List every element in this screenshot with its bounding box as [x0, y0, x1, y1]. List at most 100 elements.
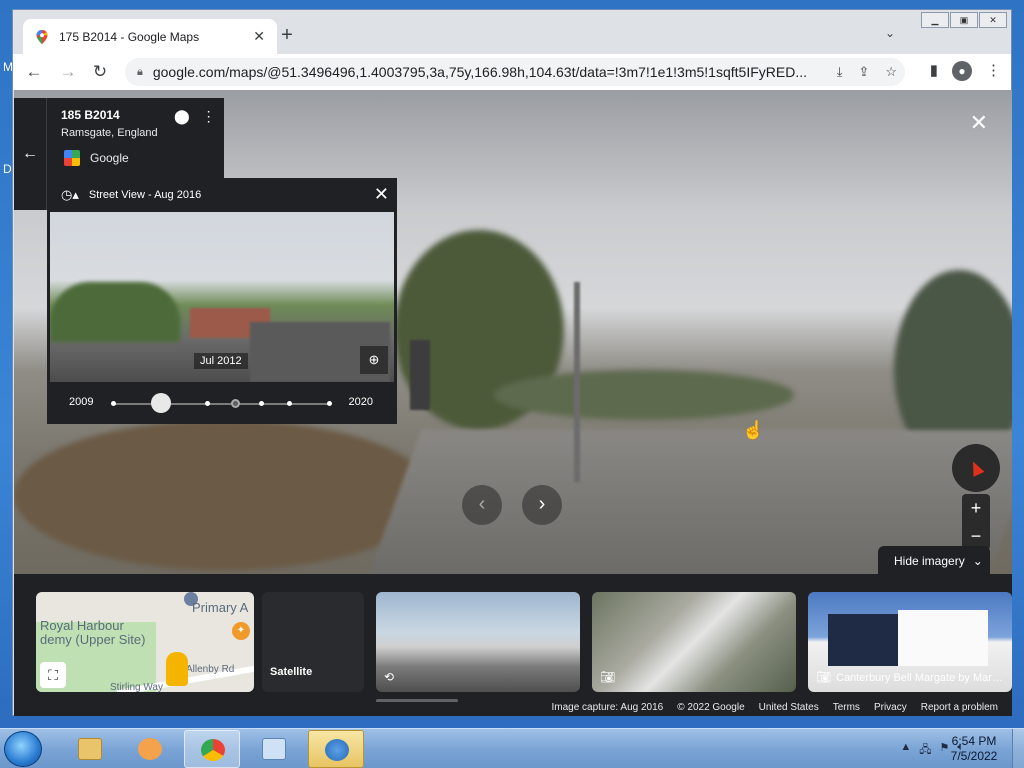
install-icon[interactable]: ⤓ — [837, 64, 843, 80]
map-label: Royal Harbour — [40, 618, 124, 633]
zoom-preview-icon[interactable]: ⊕ — [360, 346, 388, 374]
aerial-photo-thumbnail[interactable]: 📷︎ — [592, 592, 796, 692]
panorama-pole — [574, 282, 580, 482]
privacy-link[interactable]: Privacy — [874, 702, 907, 713]
footer-items: Image capture: Aug 2016 © 2022 Google Un… — [551, 702, 998, 713]
address-bar[interactable]: 🔒︎ google.com/maps/@51.3496496,1.4003795… — [125, 58, 905, 86]
new-tab-button[interactable]: + — [275, 24, 299, 48]
globe-icon — [325, 739, 349, 761]
street-view-panorama[interactable]: ← 185 B2014 Ramsgate, England ⬤ ⋮ Google… — [14, 90, 1012, 574]
minimize-button[interactable]: ▁ — [921, 12, 949, 28]
slider-stop[interactable] — [205, 401, 210, 406]
slider-stop[interactable] — [259, 401, 264, 406]
history-clock-icon[interactable]: ◷▴ — [61, 187, 79, 203]
back-icon[interactable]: ← — [23, 61, 45, 83]
map-label: Allenby Rd — [186, 664, 235, 675]
restore-button[interactable]: ▣ — [950, 12, 978, 28]
tab-search-chevron-icon[interactable]: ⌄ — [885, 26, 895, 40]
slider-end-year: 2020 — [348, 396, 373, 408]
show-hidden-icons[interactable]: ▲ — [900, 741, 911, 760]
close-window-button[interactable]: ✕ — [979, 12, 1007, 28]
bookmark-star-icon[interactable]: ☆ — [885, 64, 897, 80]
network-taskbar-button[interactable] — [308, 730, 364, 768]
place-photo-thumbnail[interactable]: 📷︎ Canterbury Bell Margate by Mars... — [808, 592, 1012, 692]
title-bar: 175 B2014 - Google Maps ✕ + ⌄ ▁ ▣ ✕ — [13, 10, 1011, 54]
lock-icon[interactable]: 🔒︎ — [137, 66, 143, 79]
browser-tab[interactable]: 175 B2014 - Google Maps ✕ — [23, 19, 277, 54]
zoom-control: + − — [962, 494, 990, 550]
browser-window: 175 B2014 - Google Maps ✕ + ⌄ ▁ ▣ ✕ ← → … — [12, 9, 1012, 716]
hide-imagery-button[interactable]: Hide imagery ⌄ — [878, 546, 990, 574]
reload-icon[interactable]: ↻ — [89, 61, 111, 83]
network-icon[interactable]: 🖧︎ — [919, 741, 931, 760]
slider-current-marker[interactable] — [231, 399, 240, 408]
panorama-treeline — [494, 370, 794, 420]
clock-time: 6:54 PM — [951, 734, 997, 748]
street-view-thumbnail[interactable]: ⟲ — [376, 592, 580, 692]
profile-avatar-icon[interactable]: ● — [952, 61, 972, 81]
chrome-icon — [201, 739, 225, 761]
forward-icon[interactable]: → — [57, 61, 79, 83]
window-controls: ▁ ▣ ✕ — [920, 12, 1007, 28]
folder-icon — [78, 738, 102, 760]
panorama-hedge — [14, 420, 434, 570]
compass-icon[interactable] — [952, 444, 1000, 492]
imagery-strip: Royal Harbour demy (Upper Site) Primary … — [14, 574, 1012, 716]
expand-map-icon[interactable]: ⛶ — [40, 662, 66, 688]
satellite-toggle[interactable]: Satellite — [262, 592, 364, 692]
browser-toolbar: ← → ↻ 🔒︎ google.com/maps/@51.3496496,1.4… — [13, 54, 1011, 90]
map-label: Primary A — [192, 600, 249, 615]
slider-track[interactable] — [113, 403, 331, 405]
control-panel-taskbar-button[interactable] — [246, 730, 302, 768]
start-button[interactable] — [4, 731, 42, 767]
more-options-icon[interactable]: ⋮ — [202, 108, 216, 125]
building-shape — [898, 610, 988, 666]
show-desktop-button[interactable] — [1012, 729, 1024, 768]
report-problem-link[interactable]: Report a problem — [921, 702, 998, 713]
camera-icon: 📷︎ — [600, 670, 616, 684]
share-icon[interactable]: ⇪ — [858, 64, 869, 80]
prev-arrow-icon[interactable]: ‹ — [462, 485, 502, 525]
google-maps-icon — [36, 29, 48, 44]
address-actions: ⬤ ⋮ — [174, 108, 216, 125]
maps-content: ← 185 B2014 Ramsgate, England ⬤ ⋮ Google… — [14, 90, 1012, 716]
desktop-icon-label[interactable]: D — [3, 162, 12, 176]
hide-imagery-label: Hide imagery — [894, 554, 965, 568]
slider-stop[interactable] — [111, 401, 116, 406]
side-panel-icon[interactable]: ▮ — [930, 61, 938, 81]
clock[interactable]: 6:54 PM 7/5/2022 — [944, 734, 1004, 764]
compass-needle — [967, 459, 985, 477]
address-title: 185 B2014 — [61, 108, 120, 122]
image-capture-date: Image capture: Aug 2016 — [551, 702, 664, 713]
brand-label: Google — [90, 151, 129, 165]
slider-knob[interactable] — [151, 393, 171, 413]
close-street-view-icon[interactable]: ✕ — [970, 110, 988, 136]
url-text[interactable]: google.com/maps/@51.3496496,1.4003795,3a… — [153, 64, 829, 80]
pegman-icon[interactable] — [166, 652, 188, 686]
slider-stop[interactable] — [287, 401, 292, 406]
menu-kebab-icon[interactable]: ⋮ — [986, 61, 1001, 81]
region-link[interactable]: United States — [759, 702, 819, 713]
media-player-icon — [138, 738, 162, 760]
slider-stop[interactable] — [327, 401, 332, 406]
google-maps-logo-icon — [64, 150, 80, 166]
back-arrow-icon[interactable]: ← — [14, 98, 47, 210]
close-time-machine-icon[interactable]: ✕ — [374, 184, 389, 205]
explorer-taskbar-button[interactable] — [62, 730, 118, 768]
location-pin-icon[interactable]: ⬤ — [174, 108, 190, 125]
time-slider[interactable]: 2009 2020 — [47, 388, 397, 418]
map-thumbnail[interactable]: Royal Harbour demy (Upper Site) Primary … — [36, 592, 254, 692]
close-tab-icon[interactable]: ✕ — [253, 28, 265, 45]
chrome-taskbar-button[interactable] — [184, 730, 240, 768]
traffic-light — [410, 340, 430, 410]
historical-preview-image[interactable]: Jul 2012 ⊕ — [50, 212, 394, 382]
terms-link[interactable]: Terms — [833, 702, 860, 713]
zoom-in-button[interactable]: + — [962, 494, 990, 522]
next-arrow-icon[interactable]: › — [522, 485, 562, 525]
address-subtitle: Ramsgate, England — [61, 127, 158, 139]
media-player-taskbar-button[interactable] — [122, 730, 178, 768]
camera-icon: 📷︎ — [816, 670, 832, 684]
map-label: demy (Upper Site) — [40, 632, 146, 647]
restaurant-icon: ✦ — [232, 622, 250, 640]
copyright: © 2022 Google — [677, 702, 745, 713]
